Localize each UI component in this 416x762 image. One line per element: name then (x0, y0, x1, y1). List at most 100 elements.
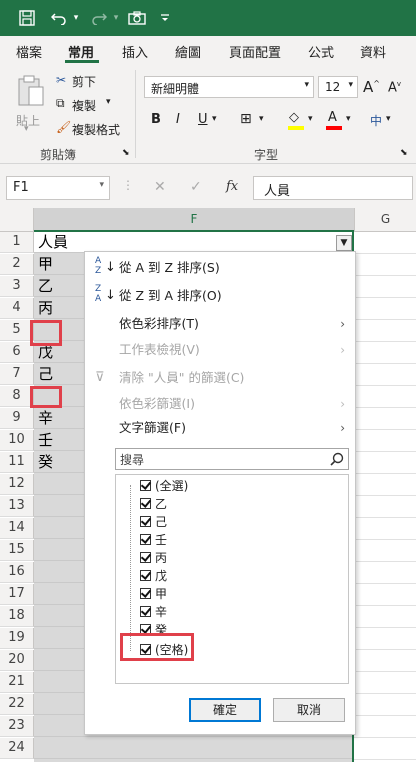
row-header[interactable]: 8 (0, 386, 34, 407)
row-header[interactable]: 21 (0, 672, 34, 693)
row-header[interactable]: 14 (0, 518, 34, 539)
font-color-dropdown-icon[interactable]: ▾ (346, 114, 351, 124)
row-header[interactable]: 13 (0, 496, 34, 517)
ribbon-separator (135, 70, 136, 158)
ok-button[interactable]: 確定 (189, 698, 261, 722)
row-header[interactable]: 11 (0, 452, 34, 473)
cell[interactable]: 人員 (34, 232, 354, 253)
undo-icon[interactable] (48, 6, 70, 30)
checkbox-checked[interactable] (140, 570, 151, 581)
row-header[interactable]: 10 (0, 430, 34, 451)
row-header[interactable]: 23 (0, 716, 34, 737)
fill-color-icon[interactable]: ◇ (288, 110, 304, 130)
row-header[interactable]: 9 (0, 408, 34, 429)
font-name-select[interactable]: 新細明體 ▾ (144, 76, 314, 98)
row-header[interactable]: 16 (0, 562, 34, 583)
tree-line (130, 485, 131, 651)
tab-data[interactable]: 資料 (360, 42, 386, 61)
tab-draw[interactable]: 繪圖 (175, 42, 201, 61)
checkbox-checked[interactable] (140, 498, 151, 509)
row-header[interactable]: 22 (0, 694, 34, 715)
row-header[interactable]: 7 (0, 364, 34, 385)
bold-icon[interactable]: B (151, 112, 161, 127)
gridline (354, 539, 416, 540)
formula-input[interactable]: 人員 (253, 176, 413, 200)
format-painter-button[interactable]: 🖌 複製格式 (56, 120, 126, 138)
row-header[interactable]: 2 (0, 254, 34, 275)
name-box[interactable]: F1 ▾ (6, 176, 110, 200)
tab-home[interactable]: 常用 (68, 42, 94, 61)
undo-dropdown-icon[interactable]: ▾ (70, 6, 82, 30)
clipboard-launcher-icon[interactable]: ⬊ (122, 148, 130, 158)
search-icon (330, 452, 344, 466)
row-header[interactable]: 4 (0, 298, 34, 319)
phonetic-icon[interactable]: 中 (370, 112, 382, 129)
sort-ascending-item[interactable]: AZ ↓ 從 A 到 Z 排序(S) (85, 256, 355, 280)
checkbox-checked[interactable] (140, 552, 151, 563)
italic-icon[interactable]: I (176, 112, 180, 127)
row-header[interactable]: 1 (0, 232, 34, 253)
grow-font-icon[interactable]: A^ (363, 78, 380, 96)
font-launcher-icon[interactable]: ⬊ (400, 148, 408, 158)
row-header[interactable]: 12 (0, 474, 34, 495)
save-icon[interactable] (16, 6, 38, 30)
sort-by-color-item[interactable]: 依色彩排序(T) › (85, 312, 355, 336)
filter-item[interactable]: 己 (140, 513, 167, 531)
underline-icon[interactable]: U (198, 112, 208, 127)
filter-item[interactable]: 辛 (140, 603, 167, 621)
font-color-icon[interactable]: A (326, 110, 342, 130)
row-header[interactable]: 18 (0, 606, 34, 627)
tab-page-layout[interactable]: 頁面配置 (229, 42, 281, 61)
gridline (354, 275, 416, 276)
row-header[interactable]: 20 (0, 650, 34, 671)
tab-formulas[interactable]: 公式 (308, 42, 334, 61)
tab-insert[interactable]: 插入 (122, 42, 148, 61)
row-header[interactable]: 19 (0, 628, 34, 649)
row-header[interactable]: 5 (0, 320, 34, 341)
text-filters-item[interactable]: 文字篩選(F) › (85, 416, 355, 440)
borders-icon[interactable]: ⊞ (240, 111, 252, 127)
checkbox-checked[interactable] (140, 516, 151, 527)
cancel-button[interactable]: 取消 (273, 698, 345, 722)
checkbox-checked[interactable] (140, 480, 151, 491)
row-header[interactable]: 24 (0, 738, 34, 759)
chevron-down-icon: ▾ (99, 180, 104, 190)
checkbox-checked[interactable] (140, 588, 151, 599)
checkbox-checked[interactable] (140, 606, 151, 617)
row-header[interactable]: 15 (0, 540, 34, 561)
filter-dropdown-button[interactable]: ▼ (336, 235, 352, 251)
camera-icon[interactable] (126, 6, 148, 30)
shrink-font-icon[interactable]: Av (388, 80, 401, 95)
blank-cell-highlight (30, 320, 62, 346)
select-all-corner[interactable] (0, 208, 34, 232)
row-header[interactable]: 6 (0, 342, 34, 363)
copy-button[interactable]: ⧉ 複製 ▾ (56, 96, 120, 114)
gridline (354, 649, 416, 650)
row-header[interactable]: 17 (0, 584, 34, 605)
filter-item[interactable]: 壬 (140, 531, 167, 549)
filter-item[interactable]: 戊 (140, 567, 167, 585)
gridline (354, 583, 416, 584)
underline-dropdown-icon[interactable]: ▾ (212, 114, 217, 124)
cut-button[interactable]: ✂ 剪下 (56, 72, 116, 90)
cell[interactable] (34, 738, 354, 759)
checkbox-checked[interactable] (140, 534, 151, 545)
fill-color-dropdown-icon[interactable]: ▾ (308, 114, 313, 124)
borders-dropdown-icon[interactable]: ▾ (259, 114, 264, 124)
phonetic-dropdown-icon[interactable]: ▾ (386, 114, 391, 124)
font-size-select[interactable]: 12 ▾ (318, 76, 358, 98)
filter-item[interactable]: 甲 (140, 585, 167, 603)
paste-button[interactable]: 貼上 ▾ (14, 74, 48, 134)
sort-descending-item[interactable]: ZA ↓ 從 Z 到 A 排序(O) (85, 284, 355, 308)
column-header-f[interactable]: F (34, 208, 354, 232)
row-header[interactable]: 3 (0, 276, 34, 297)
filter-item[interactable]: 丙 (140, 549, 167, 567)
column-header-g[interactable]: G (354, 208, 416, 232)
tab-file[interactable]: 檔案 (16, 42, 42, 61)
gridline (354, 671, 416, 672)
filter-search-input[interactable]: 搜尋 (115, 448, 349, 470)
insert-function-icon[interactable]: fx (226, 179, 238, 194)
filter-item[interactable]: 乙 (140, 495, 167, 513)
filter-item-select-all[interactable]: (全選) (140, 477, 188, 495)
customize-icon[interactable] (156, 6, 174, 30)
